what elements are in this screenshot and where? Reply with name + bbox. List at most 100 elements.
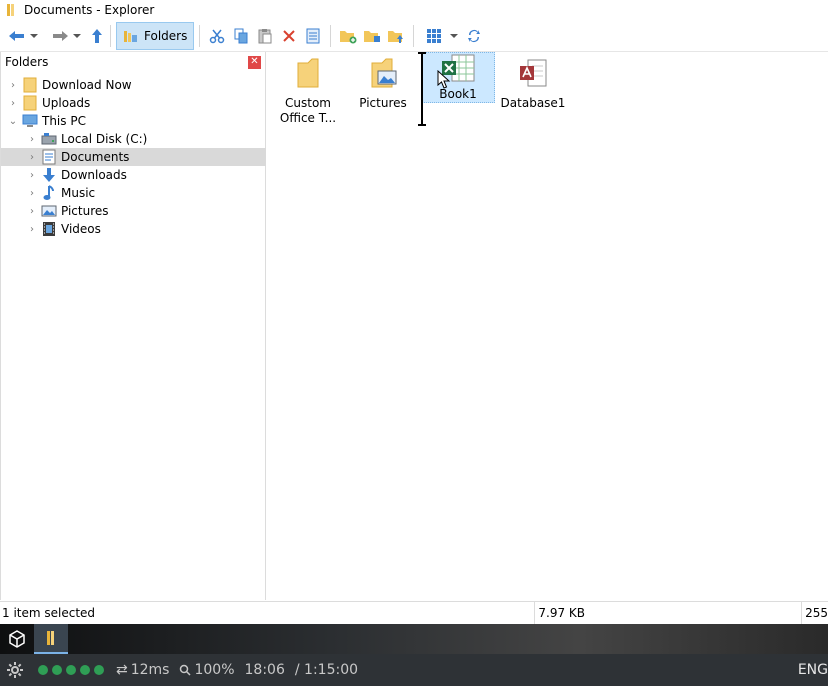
taskbar-explorer-button[interactable] — [34, 624, 68, 654]
cut-button[interactable] — [206, 23, 228, 49]
copy-icon — [234, 28, 248, 43]
music-note-icon — [41, 185, 57, 201]
signal-dot — [94, 665, 104, 675]
back-button[interactable] — [8, 23, 26, 49]
signal-dot — [52, 665, 62, 675]
session-info-bar: ⇄ 12ms 100% 18:06 / 1:15:00 ENG — [0, 654, 828, 686]
tree-item-label: Videos — [61, 222, 101, 236]
toolbar-separator — [330, 24, 332, 47]
tree-item-music[interactable]: › Music — [1, 184, 266, 202]
copy-to-folder-button[interactable] — [385, 23, 407, 49]
explorer-window: Documents - Explorer Folders Folders ✕ ›… — [0, 0, 828, 624]
signal-dot — [38, 665, 48, 675]
copy-button[interactable] — [230, 23, 252, 49]
new-folder-button[interactable] — [337, 23, 359, 49]
picture-icon — [41, 203, 57, 219]
file-list: Custom Office T... Pictures Book1 Databa… — [267, 52, 828, 600]
title-bar: Documents - Explorer — [0, 0, 828, 20]
properties-icon — [306, 28, 320, 43]
chevron-right-icon[interactable]: › — [27, 130, 37, 148]
latency-value: 12ms — [130, 662, 170, 678]
properties-button[interactable] — [302, 23, 324, 49]
forward-button[interactable] — [51, 23, 69, 49]
folders-toggle-label: Folders — [144, 28, 188, 43]
signal-dot — [66, 665, 76, 675]
chevron-right-icon[interactable]: › — [27, 166, 37, 184]
move-to-folder-button[interactable] — [361, 23, 383, 49]
view-mode-button[interactable] — [423, 23, 445, 49]
zoom-readout[interactable]: 100% — [179, 662, 235, 678]
file-item-book1[interactable]: Book1 — [421, 52, 495, 103]
toolbar: Folders — [0, 20, 828, 52]
file-name: Custom Office T... — [279, 96, 337, 125]
file-item-pictures[interactable]: Pictures — [346, 54, 420, 111]
folders-pane-title: Folders — [5, 55, 49, 69]
close-pane-button[interactable]: ✕ — [248, 55, 261, 69]
tree-item-downloads[interactable]: › Downloads — [1, 166, 266, 184]
explorer-app-icon — [47, 631, 54, 645]
tree-item-download-now[interactable]: › Download Now — [1, 76, 266, 94]
back-arrow-icon — [9, 30, 24, 41]
chevron-right-icon[interactable]: › — [27, 220, 37, 238]
chevron-down-icon — [73, 33, 81, 38]
text-cursor-beam — [418, 52, 426, 126]
file-item-custom-office-templates[interactable]: Custom Office T... — [271, 54, 345, 126]
view-mode-dropdown[interactable] — [447, 23, 461, 49]
language-indicator[interactable]: ENG — [798, 662, 828, 678]
tree-item-documents[interactable]: › Documents — [1, 148, 266, 166]
tree-item-videos[interactable]: › Videos — [1, 220, 266, 238]
access-file-icon — [513, 54, 553, 94]
connection-quality-indicator — [38, 665, 104, 675]
folder-icon — [288, 54, 328, 94]
tree-item-pictures[interactable]: › Pictures — [1, 202, 266, 220]
chevron-right-icon[interactable]: › — [27, 202, 37, 220]
folders-pane-header: Folders ✕ — [1, 52, 265, 72]
refresh-icon — [468, 29, 481, 42]
settings-button[interactable] — [0, 662, 30, 678]
file-item-database1[interactable]: Database1 — [496, 54, 570, 111]
file-name: Database1 — [500, 96, 566, 110]
paste-button[interactable] — [254, 23, 276, 49]
delete-button[interactable] — [278, 23, 300, 49]
forward-history-dropdown[interactable] — [71, 23, 83, 49]
chevron-right-icon[interactable]: › — [27, 148, 37, 166]
tree-item-local-disk[interactable]: › Local Disk (C:) — [1, 130, 266, 148]
folder-up-icon — [388, 30, 404, 43]
magnifier-icon — [180, 664, 192, 676]
disk-icon — [41, 131, 57, 147]
tree-item-label: Music — [61, 186, 96, 200]
window-title: Documents - Explorer — [24, 3, 155, 17]
toolbar-separator — [413, 24, 415, 47]
repeat-arrows-icon: ⇄ — [116, 662, 128, 678]
chevron-right-icon[interactable]: › — [8, 76, 18, 94]
chevron-down-icon[interactable]: ⌄ — [8, 112, 18, 130]
tree-item-uploads[interactable]: › Uploads — [1, 94, 266, 112]
up-button[interactable] — [90, 23, 104, 49]
start-button[interactable] — [0, 624, 34, 654]
status-count: 255 — [805, 606, 828, 620]
back-history-dropdown[interactable] — [28, 23, 40, 49]
chevron-right-icon[interactable]: › — [27, 184, 37, 202]
chevron-down-icon — [30, 33, 38, 38]
tree-item-this-pc[interactable]: ⌄ This PC — [1, 112, 266, 130]
folder-move-icon — [364, 30, 381, 42]
folder-tree-icon — [124, 30, 137, 42]
status-selection: 1 item selected — [0, 602, 536, 624]
duration-value: / 1:15:00 — [294, 662, 359, 678]
status-size: 7.97 KB — [535, 602, 803, 624]
folders-toggle-button[interactable]: Folders — [116, 21, 195, 50]
folder-icon — [22, 95, 38, 111]
tree-item-label: Uploads — [42, 96, 91, 110]
chevron-right-icon[interactable]: › — [8, 94, 18, 112]
documents-icon — [41, 149, 57, 165]
toolbar-separator — [110, 24, 111, 47]
film-icon — [41, 221, 57, 237]
grid-view-icon — [427, 28, 442, 43]
tree-item-label: Documents — [61, 150, 130, 164]
file-name: Pictures — [359, 96, 407, 110]
refresh-button[interactable] — [463, 23, 485, 49]
latency-readout: ⇄ 12ms — [116, 662, 169, 678]
tree-item-label: Downloads — [61, 168, 127, 182]
session-duration: / 1:15:00 — [295, 662, 358, 678]
explorer-app-icon — [4, 3, 18, 17]
